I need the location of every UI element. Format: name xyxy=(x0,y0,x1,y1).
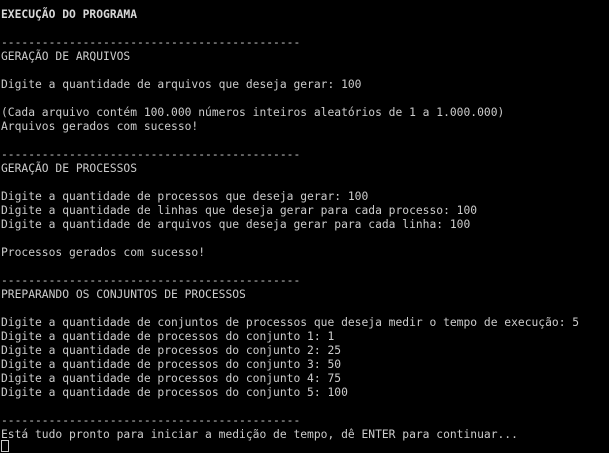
text-cursor[interactable] xyxy=(1,440,9,452)
program-title: EXECUÇÃO DO PROGRAMA xyxy=(1,8,138,21)
lines-per-process-prompt: Digite a quantidade de linhas que deseja… xyxy=(1,204,478,217)
separator-1: ----------------------------------------… xyxy=(1,36,301,49)
set-3-prompt: Digite a quantidade de processos do conj… xyxy=(1,358,342,371)
set-5-prompt: Digite a quantidade de processos do conj… xyxy=(1,386,348,399)
sets-count-prompt: Digite a quantidade de conjuntos de proc… xyxy=(1,316,580,329)
processes-count-prompt: Digite a quantidade de processos que des… xyxy=(1,190,369,203)
processes-success-message: Processos gerados com sucesso! xyxy=(1,246,206,259)
separator-4: ----------------------------------------… xyxy=(1,414,301,427)
set-1-prompt: Digite a quantidade de processos do conj… xyxy=(1,330,335,343)
set-2-prompt: Digite a quantidade de processos do conj… xyxy=(1,344,342,357)
set-4-prompt: Digite a quantidade de processos do conj… xyxy=(1,372,342,385)
files-info-text: (Cada arquivo contém 100.000 números int… xyxy=(1,106,505,119)
processes-section-heading: GERAÇÃO DE PROCESSOS xyxy=(1,162,138,175)
separator-3: ----------------------------------------… xyxy=(1,274,301,287)
sets-section-heading: PREPARANDO OS CONJUNTOS DE PROCESSOS xyxy=(1,288,246,301)
files-success-message: Arquivos gerados com sucesso! xyxy=(1,120,199,133)
files-count-prompt: Digite a quantidade de arquivos que dese… xyxy=(1,78,362,91)
files-per-line-prompt: Digite a quantidade de arquivos que dese… xyxy=(1,218,471,231)
terminal-window[interactable]: EXECUÇÃO DO PROGRAMA -------------------… xyxy=(0,0,609,453)
continue-prompt: Está tudo pronto para iniciar a medição … xyxy=(1,428,518,441)
files-section-heading: GERAÇÃO DE ARQUIVOS xyxy=(1,50,131,63)
separator-2: ----------------------------------------… xyxy=(1,148,301,161)
